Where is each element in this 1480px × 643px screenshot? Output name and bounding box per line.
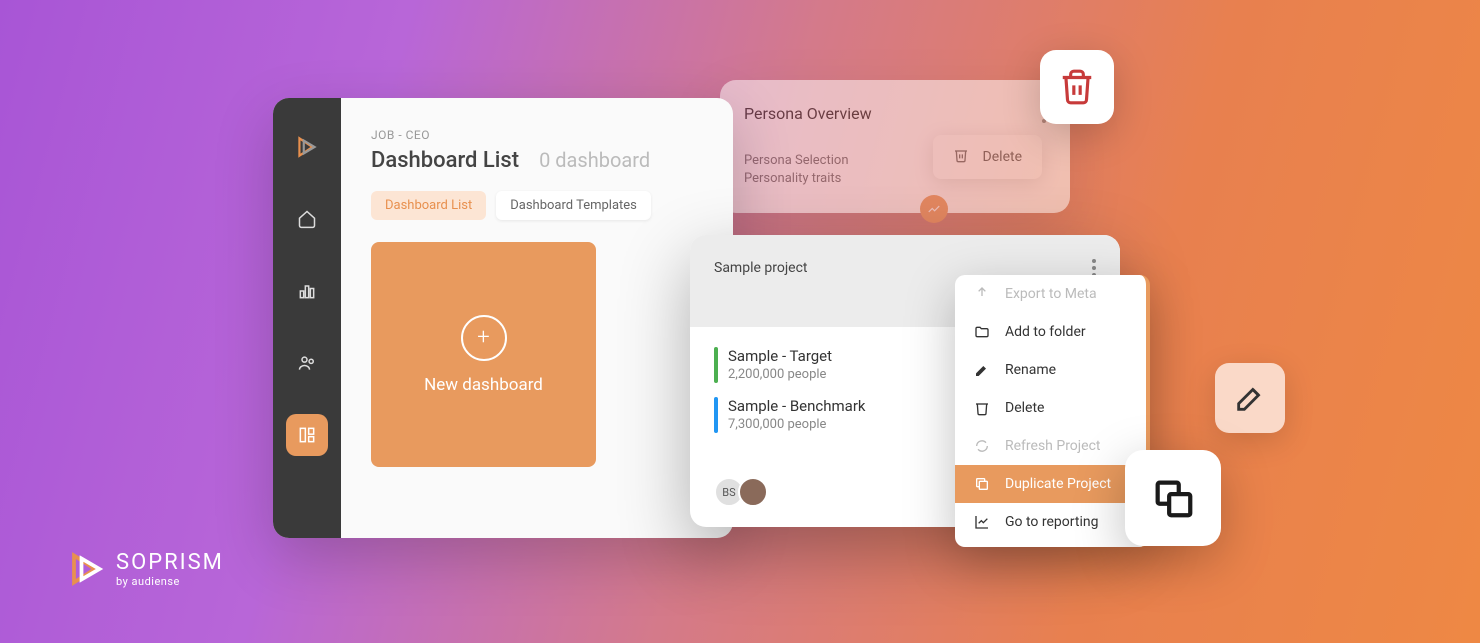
persona-title: Persona Overview — [744, 104, 872, 123]
copy-tile[interactable] — [1125, 450, 1221, 546]
tab-dashboard-templates[interactable]: Dashboard Templates — [496, 191, 651, 220]
sample-project-title: Sample project — [714, 260, 808, 276]
context-menu: Export to Meta Add to folder Rename Dele… — [955, 275, 1150, 547]
breadcrumb: JOB - CEO — [371, 128, 703, 142]
reporting-icon — [973, 513, 991, 531]
home-icon[interactable] — [286, 198, 328, 240]
dashboard-nav-icon[interactable] — [286, 414, 328, 456]
main-content: JOB - CEO Dashboard List 0 dashboard Das… — [341, 98, 733, 538]
tabs: Dashboard List Dashboard Templates — [371, 191, 703, 220]
target-name: Sample - Target — [728, 347, 832, 365]
soprism-logo: SOPRISM by audiense — [68, 550, 224, 588]
new-dashboard-label: New dashboard — [424, 375, 543, 395]
refresh-icon — [973, 437, 991, 455]
benchmark-name: Sample - Benchmark — [728, 397, 866, 415]
duplicate-icon — [973, 475, 991, 493]
trash-icon — [953, 147, 969, 167]
delete-label: Delete — [983, 149, 1022, 165]
menu-reporting[interactable]: Go to reporting — [955, 503, 1146, 541]
new-dashboard-card[interactable]: + New dashboard — [371, 242, 596, 467]
pencil-icon — [973, 361, 991, 379]
persona-overview-panel: Persona Overview Delete Persona Selectio… — [720, 80, 1070, 213]
dashboard-panel: JOB - CEO Dashboard List 0 dashboard Das… — [273, 98, 733, 538]
page-count: 0 dashboard — [539, 148, 650, 172]
target-count: 2,200,000 people — [728, 367, 832, 382]
tab-dashboard-list[interactable]: Dashboard List — [371, 191, 486, 220]
menu-rename[interactable]: Rename — [955, 351, 1146, 389]
plus-icon: + — [461, 315, 507, 361]
page-title: Dashboard List — [371, 148, 519, 173]
logo-icon — [68, 551, 104, 587]
logo-sub-text: by audiense — [116, 575, 224, 588]
logo-main-text: SOPRISM — [116, 550, 224, 575]
target-color-bar — [714, 347, 718, 383]
menu-refresh[interactable]: Refresh Project — [955, 427, 1146, 465]
delete-popup[interactable]: Delete — [933, 135, 1042, 179]
avatar-group: BS — [714, 477, 768, 507]
chart-icon-badge — [920, 195, 948, 223]
edit-tile[interactable] — [1215, 363, 1285, 433]
logo-icon[interactable] — [286, 126, 328, 168]
menu-delete[interactable]: Delete — [955, 389, 1146, 427]
persona-header: Persona Overview — [744, 104, 1046, 123]
export-icon — [973, 285, 991, 303]
avatar-photo — [738, 477, 768, 507]
users-icon[interactable] — [286, 342, 328, 384]
benchmark-count: 7,300,000 people — [728, 417, 866, 432]
menu-export[interactable]: Export to Meta — [955, 281, 1146, 313]
benchmark-color-bar — [714, 397, 718, 433]
trash-icon — [973, 399, 991, 417]
sidebar — [273, 98, 341, 538]
trash-tile[interactable] — [1040, 50, 1114, 124]
menu-add-folder[interactable]: Add to folder — [955, 313, 1146, 351]
folder-icon — [973, 323, 991, 341]
chart-icon[interactable] — [286, 270, 328, 312]
menu-duplicate[interactable]: Duplicate Project — [955, 465, 1146, 503]
